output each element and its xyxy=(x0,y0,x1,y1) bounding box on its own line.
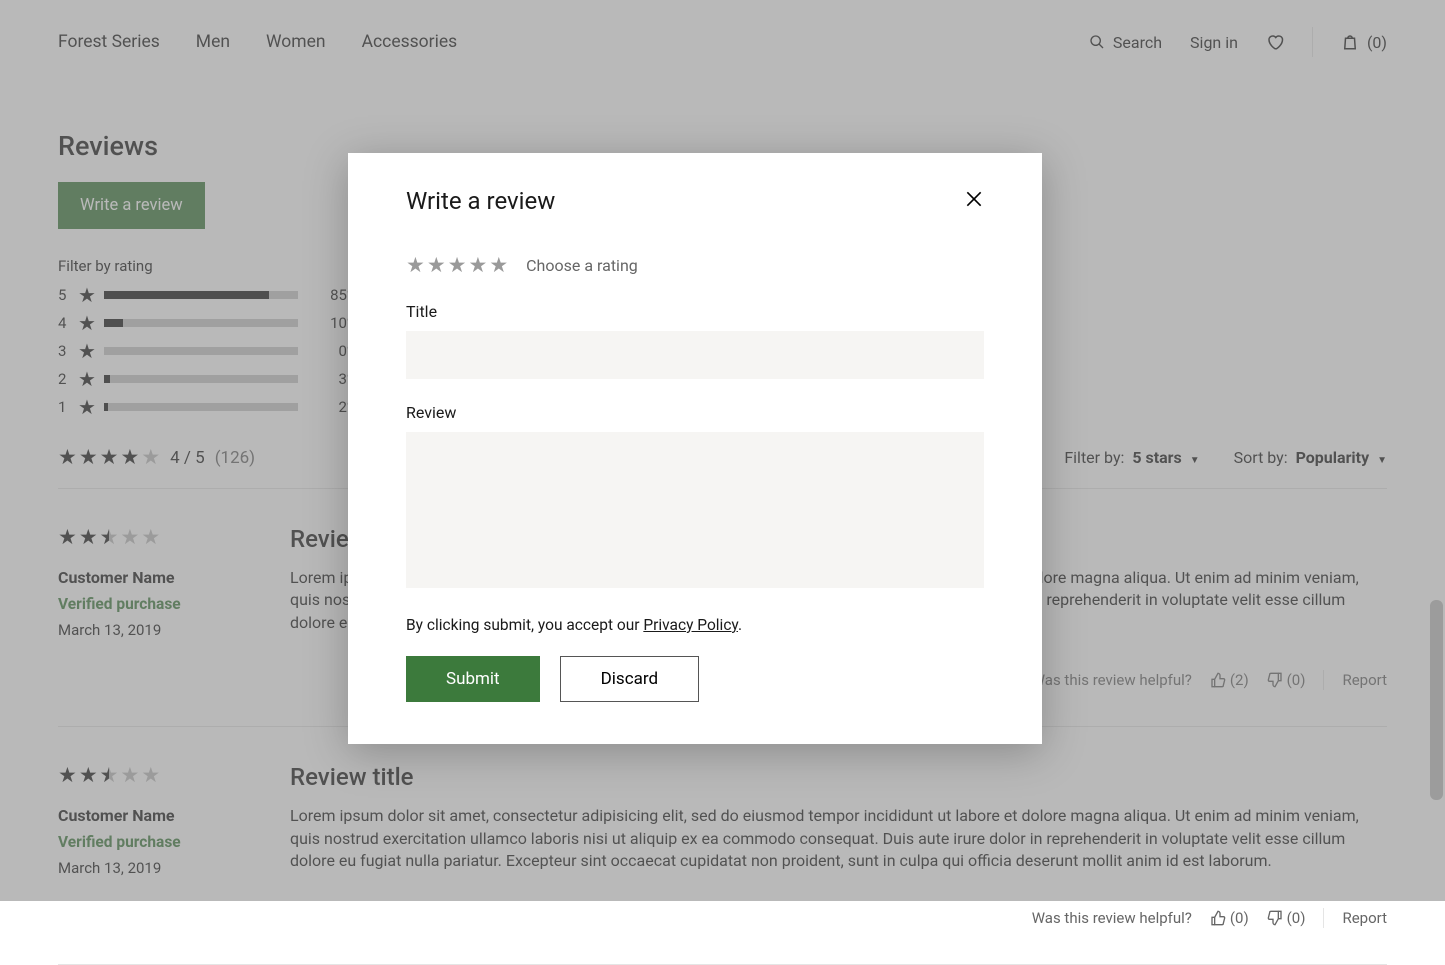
helpful-yes-button[interactable]: (0) xyxy=(1210,909,1249,927)
title-field-label: Title xyxy=(406,302,984,321)
privacy-policy-link[interactable]: Privacy Policy xyxy=(643,616,738,634)
submit-button[interactable]: Submit xyxy=(406,656,540,702)
star-1[interactable]: ★ xyxy=(406,253,425,278)
write-review-modal: Write a review ★ ★ ★ ★ ★ Choose a rating… xyxy=(348,153,1042,744)
close-button[interactable] xyxy=(964,189,984,213)
helpful-no-button[interactable]: (0) xyxy=(1267,909,1306,927)
report-link[interactable]: Report xyxy=(1342,909,1387,927)
discard-button[interactable]: Discard xyxy=(560,656,699,702)
helpful-yes-count: (0) xyxy=(1230,909,1249,927)
star-3[interactable]: ★ xyxy=(448,253,467,278)
close-icon xyxy=(964,189,984,209)
review-title-input[interactable] xyxy=(406,331,984,379)
helpful-no-count: (0) xyxy=(1287,909,1306,927)
thumbs-up-icon xyxy=(1210,910,1226,926)
policy-prefix: By clicking submit, you accept our xyxy=(406,616,643,634)
modal-title: Write a review xyxy=(406,187,555,215)
policy-text: By clicking submit, you accept our Priva… xyxy=(406,616,984,634)
star-5[interactable]: ★ xyxy=(489,253,508,278)
helpful-prompt: Was this review helpful? xyxy=(1032,909,1192,927)
star-4[interactable]: ★ xyxy=(468,253,487,278)
star-2[interactable]: ★ xyxy=(427,253,446,278)
thumbs-down-icon xyxy=(1267,910,1283,926)
review-field-label: Review xyxy=(406,403,984,422)
review-body-textarea[interactable] xyxy=(406,432,984,588)
choose-rating-label: Choose a rating xyxy=(526,256,638,275)
policy-suffix: . xyxy=(738,616,742,634)
rating-selector[interactable]: ★ ★ ★ ★ ★ xyxy=(406,253,508,278)
footer-divider xyxy=(1323,908,1324,928)
